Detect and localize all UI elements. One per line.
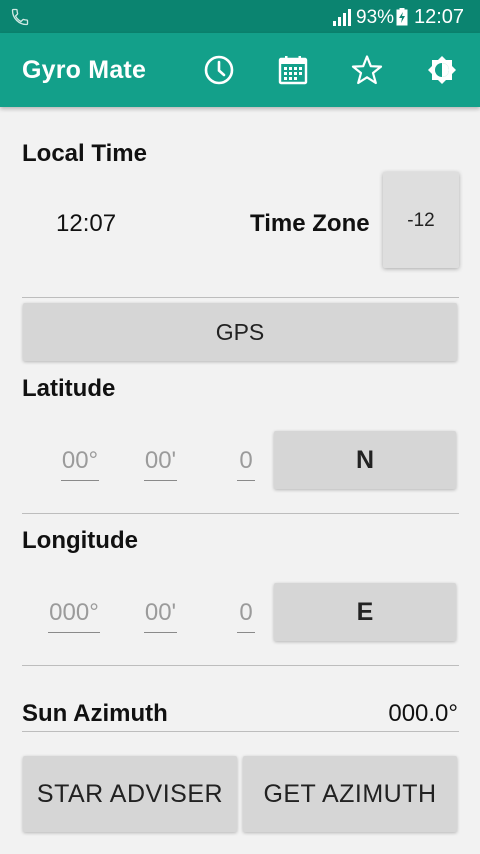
app-title: Gyro Mate [22, 56, 147, 84]
status-bar: 93% 12:07 [0, 0, 480, 33]
longitude-hemisphere-button[interactable]: E [274, 583, 456, 641]
longitude-degrees-input[interactable] [48, 593, 100, 633]
app-toolbar: Gyro Mate [0, 33, 480, 107]
latitude-hemisphere-button[interactable]: N [274, 431, 456, 489]
calendar-icon [278, 56, 308, 85]
brightness-icon [428, 56, 456, 84]
phone-icon [11, 8, 29, 26]
get-azimuth-button[interactable]: GET AZIMUTH [243, 756, 457, 832]
longitude-label: Longitude [22, 527, 138, 554]
divider [22, 665, 459, 666]
clock-button[interactable] [202, 53, 236, 87]
sun-azimuth-label: Sun Azimuth [22, 700, 168, 727]
gps-button[interactable]: GPS [23, 303, 457, 361]
divider [22, 297, 459, 298]
star-icon [351, 55, 383, 85]
clock-icon [204, 55, 234, 85]
sun-azimuth-value: 000.0° [388, 700, 458, 727]
latitude-minutes-input[interactable] [144, 441, 177, 481]
time-zone-label: Time Zone [250, 210, 370, 237]
latitude-seconds-input[interactable] [237, 441, 255, 481]
star-button[interactable] [350, 53, 384, 87]
brightness-button[interactable] [425, 53, 459, 87]
time-zone-button[interactable]: -12 [383, 172, 459, 268]
status-time: 12:07 [414, 6, 465, 28]
local-time-label: Local Time [22, 140, 147, 167]
divider [22, 513, 459, 514]
star-adviser-button[interactable]: STAR ADVISER [23, 756, 237, 832]
battery-percent: 93% [356, 7, 395, 28]
local-time-value: 12:07 [56, 210, 117, 237]
battery-charging-icon [396, 8, 408, 26]
latitude-label: Latitude [22, 375, 116, 402]
divider [22, 731, 459, 732]
longitude-seconds-input[interactable] [237, 593, 255, 633]
latitude-degrees-input[interactable] [61, 441, 99, 481]
calendar-button[interactable] [276, 53, 310, 87]
longitude-minutes-input[interactable] [144, 593, 177, 633]
signal-icon [333, 9, 351, 26]
